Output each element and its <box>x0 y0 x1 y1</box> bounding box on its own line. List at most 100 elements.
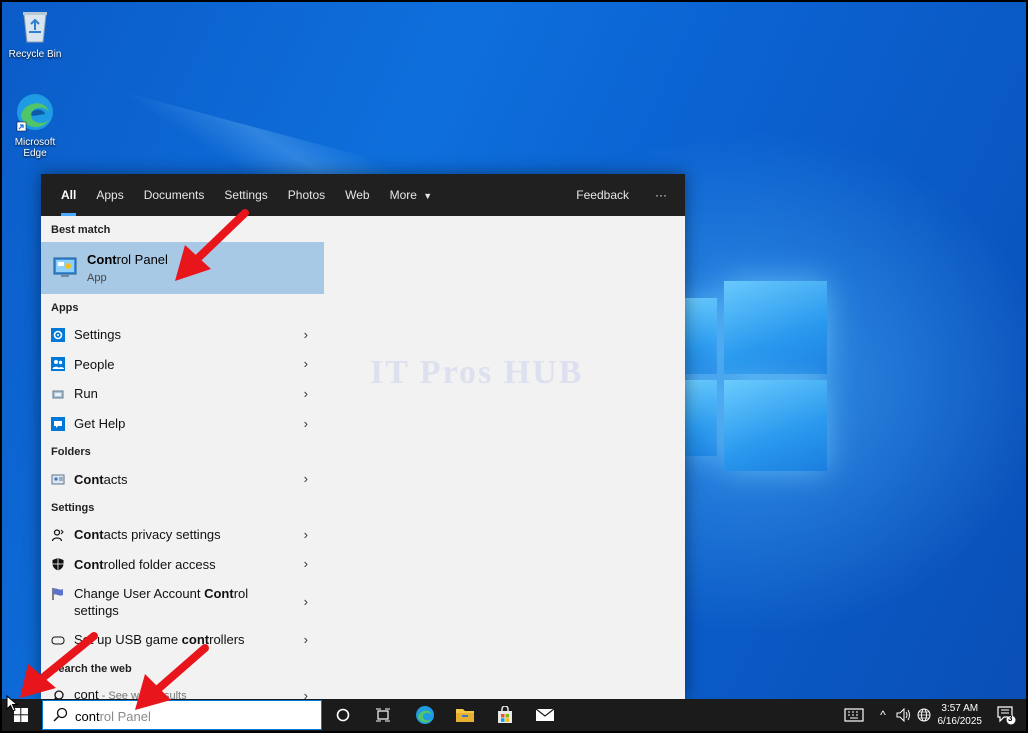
keyboard-icon <box>844 708 864 722</box>
watermark: IT Pros HUB <box>370 354 584 391</box>
cortana-button[interactable] <box>323 699 363 731</box>
taskbar-search-input[interactable]: control Panel <box>42 700 322 730</box>
speaker-icon <box>896 708 910 722</box>
tab-more[interactable]: More ▼ <box>380 174 443 216</box>
file-explorer-button[interactable] <box>445 699 485 731</box>
list-item-people[interactable]: People › <box>41 350 324 380</box>
match-bold: Cont <box>74 556 104 572</box>
chevron-right-icon[interactable]: › <box>304 556 308 571</box>
list-item-label: Contacts <box>74 471 127 488</box>
action-center-button[interactable]: 3 <box>996 705 1016 728</box>
match-bold: Cont <box>74 527 104 543</box>
section-web: Search the web <box>51 662 132 675</box>
list-item-label: Run <box>74 386 98 402</box>
edge-taskbar-button[interactable] <box>405 699 445 731</box>
volume-button[interactable] <box>894 699 914 731</box>
list-item-label: Settings <box>74 327 121 343</box>
task-view-button[interactable] <box>363 699 403 731</box>
list-item-settings[interactable]: Settings › <box>41 320 324 350</box>
people-icon <box>51 357 65 372</box>
more-options-button[interactable]: ··· <box>645 174 677 216</box>
chevron-up-icon: ^ <box>880 708 886 722</box>
match-pre: Change User Account <box>74 586 205 602</box>
autocomplete-text: rol Panel <box>99 709 151 724</box>
edge-icon <box>416 706 434 724</box>
tab-more-label: More <box>389 188 417 202</box>
list-item-uac-settings[interactable]: Change User Account Control settings › <box>41 579 324 625</box>
tray-chevron-button[interactable]: ^ <box>874 699 892 731</box>
edge-shortcut[interactable]: Microsoft Edge <box>4 92 66 159</box>
windows-logo-pane <box>685 298 717 374</box>
chevron-right-icon[interactable]: › <box>304 386 308 401</box>
settings-gear-icon <box>51 327 65 342</box>
chevron-right-icon[interactable]: › <box>304 688 308 699</box>
search-icon <box>52 707 68 726</box>
get-help-icon <box>51 416 65 431</box>
chevron-right-icon[interactable]: › <box>304 527 308 542</box>
tab-apps[interactable]: Apps <box>86 174 133 216</box>
best-match-title: Control Panel <box>87 252 168 267</box>
windows-logo-pane <box>724 380 827 471</box>
search-text: control Panel <box>75 709 151 724</box>
feedback-button[interactable]: Feedback <box>566 174 639 216</box>
task-view-icon <box>376 708 390 722</box>
list-item-label: cont - See web results <box>74 686 187 699</box>
chevron-right-icon[interactable]: › <box>304 356 308 371</box>
network-button[interactable] <box>914 699 934 731</box>
typed-text: cont <box>75 709 100 724</box>
chevron-right-icon[interactable]: › <box>304 327 308 342</box>
start-button[interactable] <box>2 699 40 731</box>
search-icon <box>51 689 65 699</box>
match-bold: Cont <box>204 586 234 602</box>
clock[interactable]: 3:57 AM 6/16/2025 <box>938 702 983 728</box>
screen: Recycle Bin Microsoft Edge All Apps Docu… <box>0 0 1028 733</box>
run-icon <box>51 387 65 401</box>
list-item-usb-game-controllers[interactable]: Set up USB game controllers › <box>41 625 324 655</box>
search-panel: All Apps Documents Settings Photos Web M… <box>41 174 685 699</box>
clock-time: 3:57 AM <box>941 703 979 714</box>
list-item-web-search[interactable]: cont - See web results › <box>41 681 324 699</box>
match-bold: Cont <box>74 471 104 487</box>
web-query: cont <box>74 687 99 699</box>
person-outline-icon <box>51 528 65 542</box>
folder-icon <box>456 709 474 722</box>
list-item-label: People <box>74 356 115 372</box>
list-item-contacts-privacy[interactable]: Contacts privacy settings › <box>41 520 324 550</box>
web-hint: - See web results <box>98 690 187 699</box>
list-item-controlled-folder[interactable]: Controlled folder access › <box>41 550 324 580</box>
cortana-circle-icon <box>336 708 350 722</box>
match-bold: cont <box>181 632 210 648</box>
match-rest: acts privacy settings <box>103 527 221 543</box>
list-item-contacts[interactable]: Contacts › <box>41 464 324 494</box>
windows-icon <box>14 708 28 722</box>
best-match-control-panel[interactable]: Control Panel App <box>41 242 324 294</box>
tab-web[interactable]: Web <box>335 174 379 216</box>
list-item-label: Set up USB game controllers <box>74 631 245 648</box>
recycle-bin-shortcut[interactable]: Recycle Bin <box>4 8 66 60</box>
keyboard-button[interactable] <box>840 699 868 731</box>
section-best-match: Best match <box>51 224 111 236</box>
notification-count: 3 <box>1008 714 1013 723</box>
chevron-right-icon[interactable]: › <box>304 594 308 609</box>
store-button[interactable] <box>485 699 525 731</box>
taskbar: control Panel ^ 3:57 AM 6/16/2025 3 <box>2 699 1026 731</box>
chevron-down-icon: ▼ <box>423 191 433 201</box>
chevron-right-icon[interactable]: › <box>304 416 308 431</box>
mail-button[interactable] <box>525 699 565 731</box>
mail-icon <box>535 708 555 721</box>
preview-pane: IT Pros HUB <box>324 216 685 699</box>
chevron-right-icon[interactable]: › <box>304 632 308 647</box>
recycle-bin-label: Recycle Bin <box>8 49 62 60</box>
list-item-run[interactable]: Run › <box>41 379 324 409</box>
chevron-right-icon[interactable]: › <box>304 471 308 486</box>
uac-flag-icon <box>51 587 65 601</box>
tab-settings[interactable]: Settings <box>214 174 277 216</box>
tab-all[interactable]: All <box>51 174 86 216</box>
list-item-label: Get Help <box>74 416 126 432</box>
tab-documents[interactable]: Documents <box>134 174 215 216</box>
list-item-get-help[interactable]: Get Help › <box>41 409 324 439</box>
edge-label: Microsoft Edge <box>14 137 56 159</box>
windows-logo-pane <box>724 281 827 374</box>
store-bag-icon <box>498 706 512 723</box>
tab-photos[interactable]: Photos <box>278 174 335 216</box>
